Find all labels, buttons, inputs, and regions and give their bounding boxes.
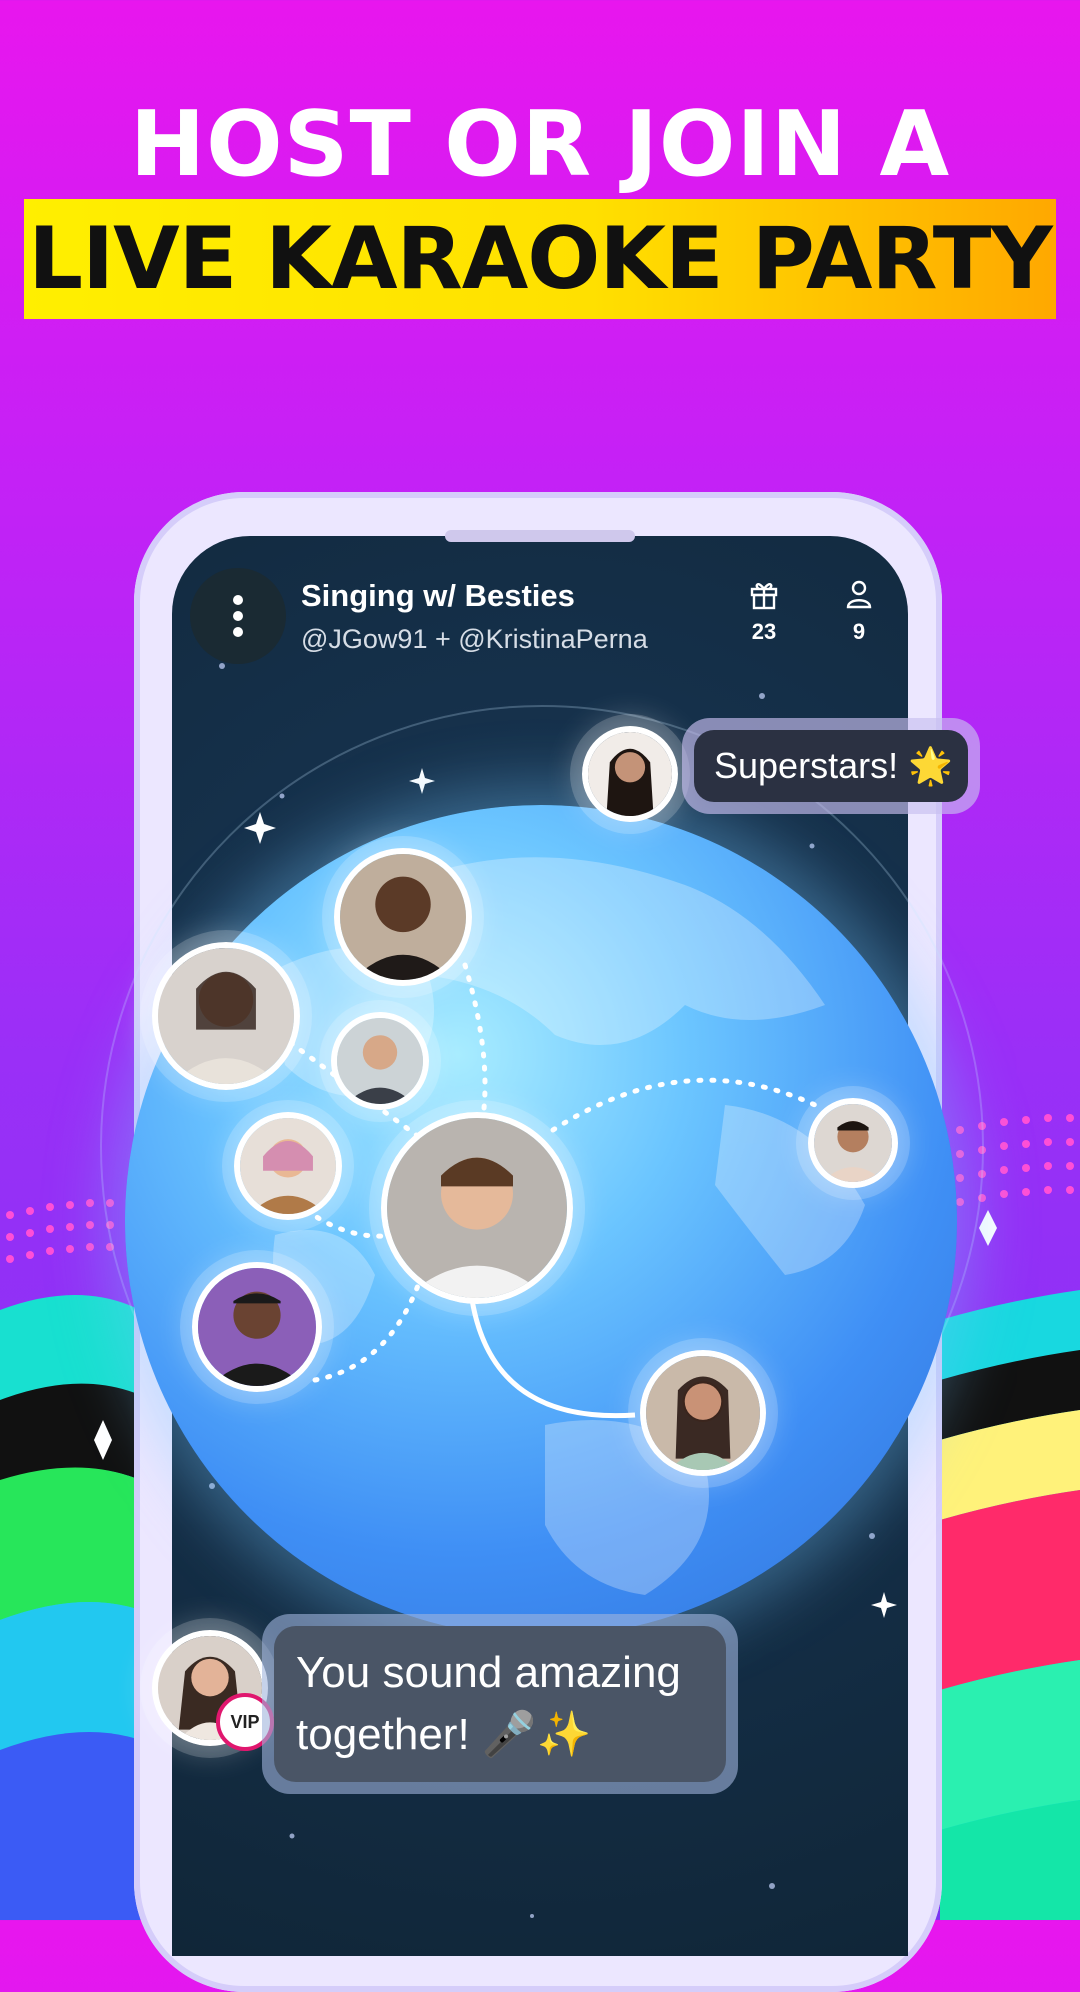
comment-text: Superstars! 🌟 <box>694 730 968 802</box>
person-icon <box>846 580 872 609</box>
headline-line-2: LIVE KARAOKE PARTY <box>28 209 1052 309</box>
more-vertical-icon <box>233 595 243 637</box>
participant-avatar[interactable] <box>640 1350 766 1476</box>
gifts-count: 23 <box>751 619 777 644</box>
more-options-button[interactable] <box>190 568 286 664</box>
headline-line-1: HOST OR JOIN A <box>129 92 951 197</box>
gifts-stat[interactable]: 23 <box>724 578 804 645</box>
vip-comment-bubble: You sound amazing together! 🎤✨ <box>262 1614 738 1794</box>
vip-comment-line-2: together! 🎤✨ <box>296 1710 592 1759</box>
room-title: Singing w/ Besties <box>301 578 575 613</box>
phone-notch <box>445 530 635 542</box>
vip-comment-text: You sound amazing together! 🎤✨ <box>274 1626 726 1782</box>
listeners-stat[interactable]: 9 <box>819 578 899 645</box>
vip-comment-line-1: You sound amazing <box>296 1648 681 1697</box>
room-hosts[interactable]: @JGow91 + @KristinaPerna <box>301 624 648 655</box>
headline-banner: LIVE KARAOKE PARTY <box>24 199 1056 319</box>
participant-avatar[interactable] <box>234 1112 342 1220</box>
participant-avatar[interactable] <box>808 1098 898 1188</box>
main-singer-avatar[interactable] <box>381 1112 573 1304</box>
listeners-count: 9 <box>852 619 866 644</box>
participant-avatar[interactable] <box>331 1012 429 1110</box>
commenter-avatar[interactable] <box>582 726 678 822</box>
participant-avatar[interactable] <box>334 848 472 986</box>
comment-bubble: Superstars! 🌟 <box>682 718 980 814</box>
participant-avatar[interactable] <box>152 942 300 1090</box>
participant-avatar[interactable] <box>192 1262 322 1392</box>
gift-icon <box>750 583 778 610</box>
